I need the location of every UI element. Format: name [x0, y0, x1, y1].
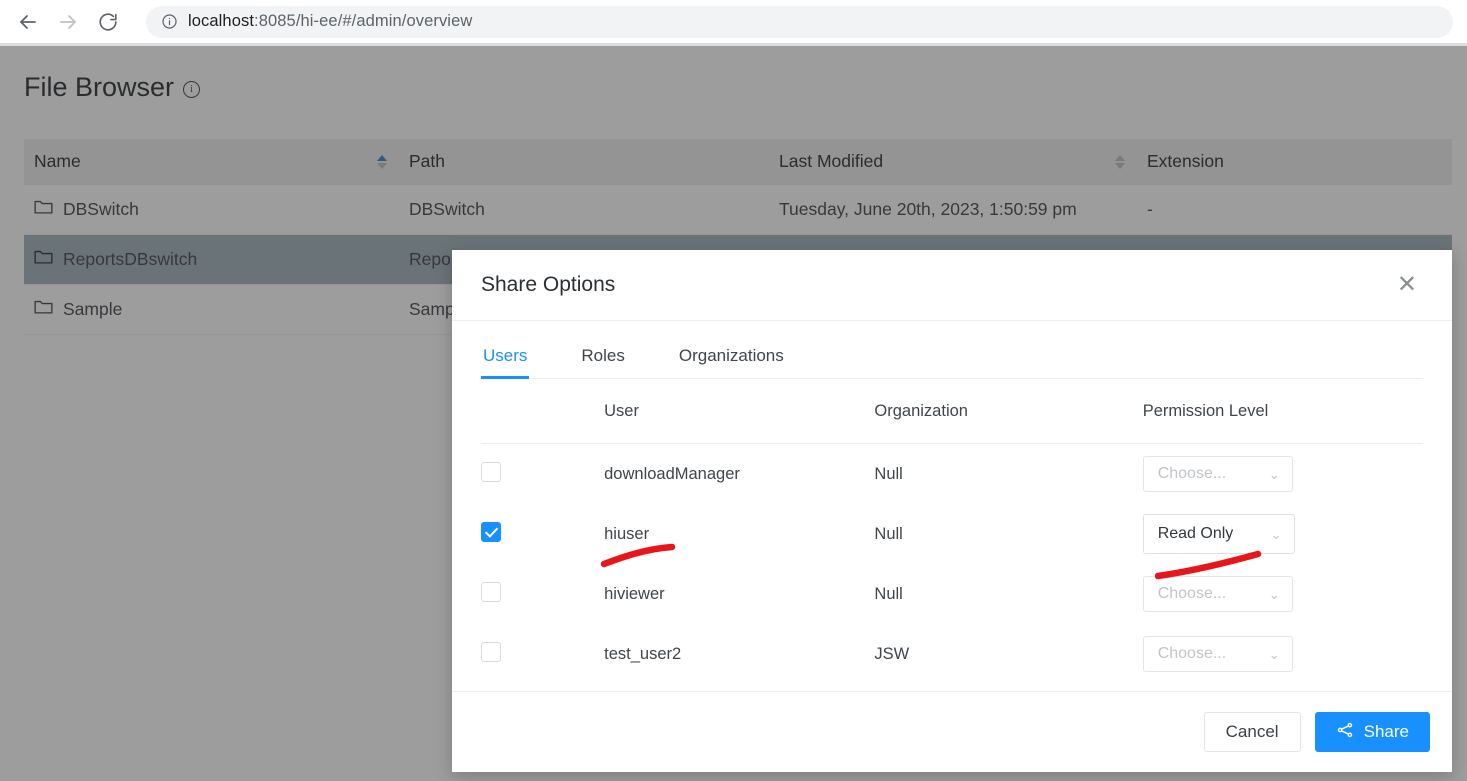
cell-organization: JSW [874, 644, 910, 663]
cell-permission: Choose... ⌄ [1142, 624, 1423, 684]
close-icon[interactable]: ✕ [1391, 271, 1423, 299]
url-path: :8085/hi-ee/#/admin/overview [254, 12, 473, 30]
share-nodes-icon [1336, 721, 1354, 744]
forward-button[interactable] [48, 2, 88, 42]
url-host: localhost [188, 12, 255, 30]
column-header-user: User [604, 379, 875, 444]
cell-select [481, 564, 604, 624]
tab-bar: Users Roles Organizations [481, 321, 1423, 379]
cell-organization: Null [874, 524, 903, 543]
cell-user: hiuser [604, 524, 650, 543]
cell-permission: Choose... ⌄ [1142, 564, 1423, 624]
cell-user: test_user2 [604, 644, 682, 663]
cell-select [481, 444, 604, 505]
tab-users[interactable]: Users [481, 346, 530, 379]
permission-level-value: Choose... [1157, 645, 1227, 662]
cell-permission: Read Only ⌄ [1142, 504, 1423, 564]
share-table-row: test_user2 JSW Choose... ⌄ [481, 624, 1423, 684]
dialog-title: Share Options [481, 273, 616, 296]
column-header-permission-level: Permission Level [1142, 379, 1423, 444]
permission-level-value: Choose... [1157, 465, 1227, 482]
column-header-organization: Organization [874, 379, 1143, 444]
chevron-down-icon: ⌄ [1268, 466, 1280, 482]
back-button[interactable] [8, 2, 48, 42]
cell-user: downloadManager [604, 464, 740, 483]
share-button[interactable]: Share [1314, 712, 1430, 752]
share-button-label: Share [1363, 722, 1409, 741]
arrow-right-icon [56, 10, 80, 34]
permission-level-select[interactable]: Choose... ⌄ [1142, 636, 1293, 672]
row-checkbox[interactable] [481, 641, 501, 662]
column-header-select [481, 379, 605, 444]
share-table-row: downloadManager Null Choose... ⌄ [481, 444, 1423, 505]
cell-organization: Null [874, 584, 903, 603]
share-users-table: User Organization Permission Level downl… [481, 379, 1423, 684]
cell-select [481, 504, 604, 564]
share-table-row: hiuser Null Read Only ⌄ [481, 504, 1423, 564]
row-checkbox[interactable] [481, 521, 501, 542]
cell-user: hiviewer [604, 584, 665, 603]
cell-permission: Choose... ⌄ [1142, 444, 1423, 505]
cell-select [481, 624, 604, 684]
chevron-down-icon: ⌄ [1268, 586, 1280, 602]
info-circle-icon[interactable] [160, 13, 178, 31]
tab-roles[interactable]: Roles [579, 346, 626, 378]
tab-organizations[interactable]: Organizations [677, 346, 786, 378]
permission-level-value: Choose... [1157, 585, 1227, 602]
permission-level-select[interactable]: Choose... ⌄ [1142, 576, 1293, 612]
permission-level-select[interactable]: Read Only ⌄ [1142, 514, 1295, 554]
dialog-footer: Cancel Share [452, 691, 1452, 772]
permission-level-select[interactable]: Choose... ⌄ [1142, 456, 1293, 492]
address-bar[interactable]: localhost:8085/hi-ee/#/admin/overview [146, 5, 1453, 38]
share-options-dialog: Share Options ✕ Users Roles Organization… [452, 250, 1452, 772]
share-table-row: hiviewer Null Choose... ⌄ [481, 564, 1423, 624]
arrow-left-icon [16, 10, 40, 34]
address-bar-url: localhost:8085/hi-ee/#/admin/overview [188, 12, 472, 31]
row-checkbox[interactable] [481, 461, 501, 482]
reload-icon [97, 11, 119, 33]
cancel-button[interactable]: Cancel [1203, 712, 1301, 752]
chevron-down-icon: ⌄ [1268, 646, 1280, 662]
reload-button[interactable] [88, 2, 128, 42]
dialog-header: Share Options ✕ [452, 250, 1452, 321]
chevron-down-icon: ⌄ [1270, 526, 1282, 542]
browser-toolbar: localhost:8085/hi-ee/#/admin/overview [0, 0, 1467, 43]
dialog-body: Users Roles Organizations User Organizat… [452, 321, 1452, 691]
permission-level-value: Read Only [1157, 525, 1234, 542]
share-table-header-row: User Organization Permission Level [481, 379, 1423, 444]
cell-organization: Null [874, 464, 903, 483]
row-checkbox[interactable] [481, 581, 501, 602]
